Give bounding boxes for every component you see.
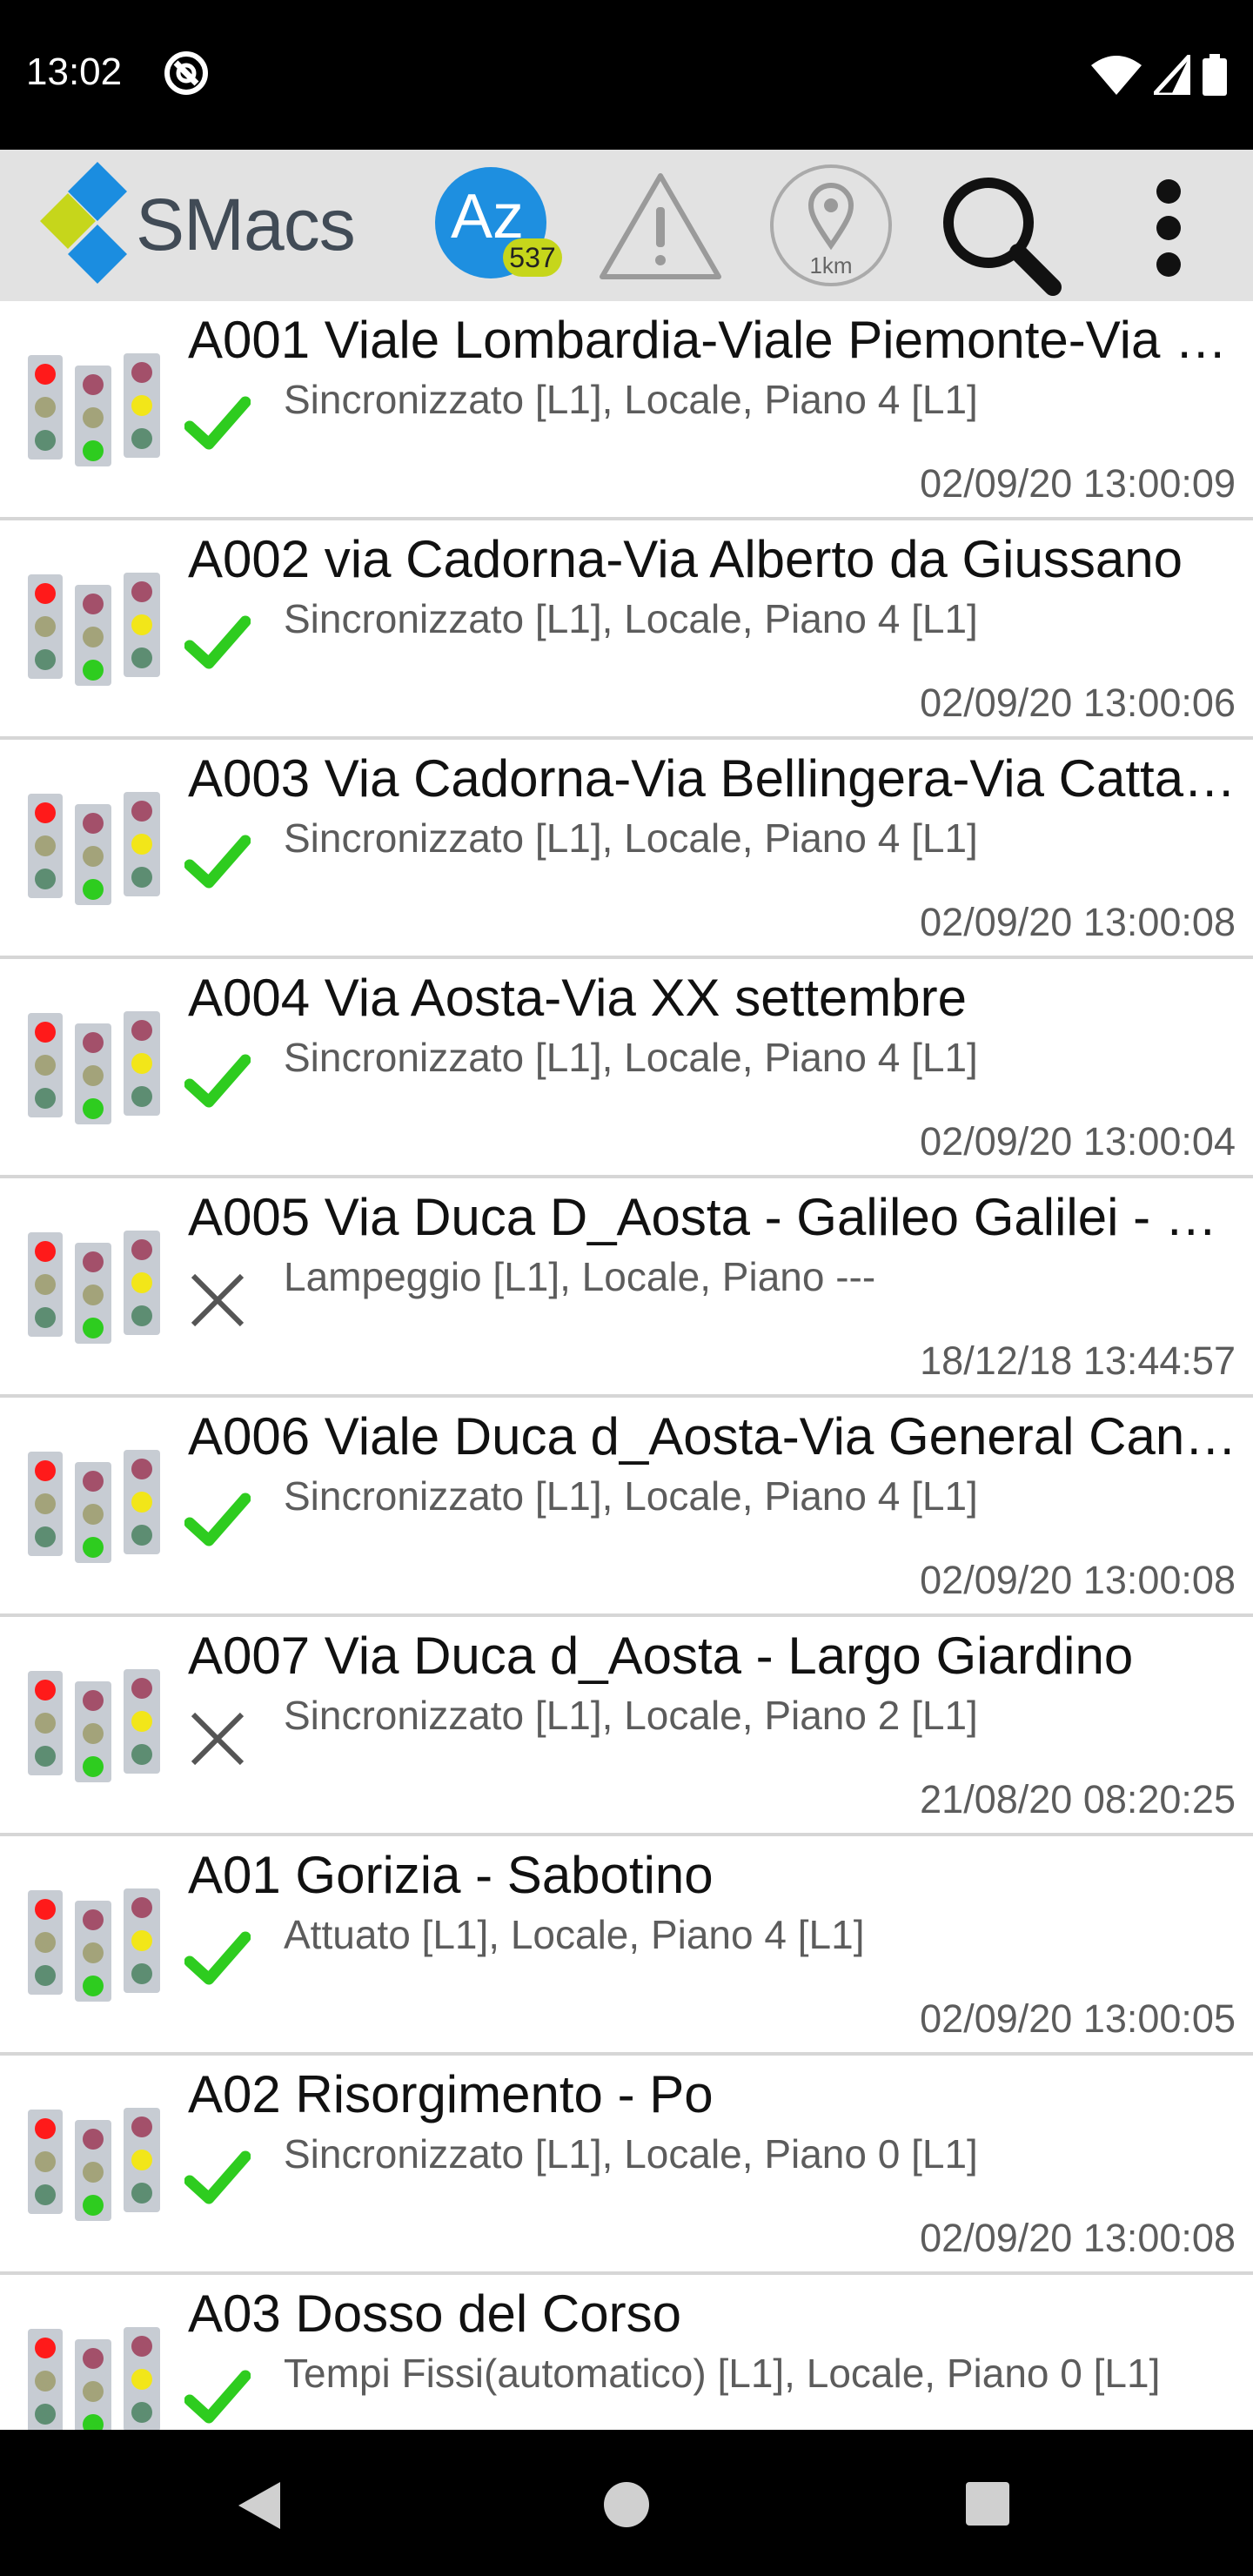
search-icon[interactable]	[935, 169, 1063, 298]
item-title: A001 Viale Lombardia-Viale Piemonte-Via …	[188, 311, 1246, 369]
x-icon	[184, 1706, 251, 1772]
check-icon	[184, 390, 251, 456]
recents-icon[interactable]	[966, 2482, 1009, 2526]
item-title: A007 Via Duca d_Aosta - Largo Giardino	[188, 1627, 1134, 1685]
signal-icon	[1154, 55, 1190, 95]
item-title: A03 Dosso del Corso	[188, 2284, 681, 2343]
list-item[interactable]: A006 Viale Duca d_Aosta-Via General Cant…	[0, 1398, 1253, 1617]
item-title: A006 Viale Duca d_Aosta-Via General Cant…	[188, 1407, 1246, 1466]
list-item[interactable]: A004 Via Aosta-Via XX settembre Sincroniz…	[0, 959, 1253, 1178]
item-timestamp: 02/09/20 13:00:08	[920, 900, 1236, 944]
check-icon	[184, 609, 251, 675]
item-timestamp: 02/09/20 13:00:04	[920, 1119, 1236, 1164]
traffic-light-icon	[26, 1008, 162, 1124]
traffic-light-icon	[26, 1885, 162, 2002]
overflow-menu-icon[interactable]	[1138, 172, 1199, 284]
list-item[interactable]: A03 Dosso del Corso Tempi Fissi(automatic…	[0, 2275, 1253, 2430]
check-icon	[184, 1048, 251, 1114]
check-icon	[184, 828, 251, 895]
at-sign-icon	[164, 51, 208, 95]
item-timestamp: 02/09/20 13:00:05	[920, 1996, 1236, 2041]
list-item[interactable]: A003 Via Cadorna-Via Bellingera-Via Catt…	[0, 740, 1253, 959]
battery-icon	[1203, 54, 1227, 96]
item-timestamp: 02/09/20 13:00:08	[920, 2216, 1236, 2260]
check-icon	[184, 2364, 251, 2430]
status-icons	[1091, 50, 1227, 99]
traffic-light-icon	[26, 350, 162, 466]
traffic-light-icon	[26, 1666, 162, 1782]
item-title: A004 Via Aosta-Via XX settembre	[188, 969, 967, 1027]
traffic-light-icon	[26, 569, 162, 686]
item-status: Sincronizzato [L1], Locale, Piano 4 [L1]	[284, 596, 978, 641]
list-item[interactable]: A001 Viale Lombardia-Viale Piemonte-Via …	[0, 301, 1253, 520]
back-icon[interactable]	[235, 2479, 284, 2532]
traffic-light-icon	[26, 788, 162, 905]
list-item[interactable]: A002 via Cadorna-Via Alberto da Giussano…	[0, 520, 1253, 740]
traffic-light-icon	[26, 1227, 162, 1344]
item-status: Sincronizzato [L1], Locale, Piano 0 [L1]	[284, 2131, 978, 2177]
check-icon	[184, 2144, 251, 2210]
count-badge: 537	[503, 238, 562, 277]
list-item[interactable]: A01 Gorizia - Sabotino Attuato [L1], Loca…	[0, 1836, 1253, 2056]
item-timestamp: 21/08/20 08:20:25	[920, 1777, 1236, 1821]
wifi-icon	[1091, 56, 1142, 95]
sort-az-button[interactable]: Az 537	[435, 167, 562, 282]
home-icon[interactable]	[604, 2482, 649, 2527]
item-status: Attuato [L1], Locale, Piano 4 [L1]	[284, 1912, 865, 1957]
item-timestamp: 18/12/18 13:44:57	[920, 1338, 1236, 1383]
x-icon	[184, 1267, 251, 1333]
item-status: Sincronizzato [L1], Locale, Piano 4 [L1]	[284, 377, 978, 422]
list-item[interactable]: A005 Via Duca D_Aosta - Galileo Galilei …	[0, 1178, 1253, 1398]
item-timestamp: 02/09/20 13:00:06	[920, 681, 1236, 725]
item-status: Sincronizzato [L1], Locale, Piano 4 [L1]	[284, 1473, 978, 1519]
list-item[interactable]: A02 Risorgimento - Po Sincronizzato [L1],…	[0, 2056, 1253, 2275]
item-status: Sincronizzato [L1], Locale, Piano 4 [L1]	[284, 1035, 978, 1080]
item-title: A005 Via Duca D_Aosta - Galileo Galilei …	[188, 1188, 1246, 1246]
item-status: Tempi Fissi(automatico) [L1], Locale, Pi…	[284, 2351, 1161, 2396]
item-title: A002 via Cadorna-Via Alberto da Giussano	[188, 530, 1183, 588]
item-status: Sincronizzato [L1], Locale, Piano 4 [L1]	[284, 815, 978, 861]
item-status: Lampeggio [L1], Locale, Piano ---	[284, 1254, 876, 1299]
status-time: 13:02	[26, 50, 123, 93]
traffic-light-icon	[26, 2104, 162, 2221]
item-timestamp: 02/09/20 13:00:09	[920, 461, 1236, 506]
item-title: A003 Via Cadorna-Via Bellingera-Via Catt…	[188, 749, 1246, 808]
smacs-logo-icon	[40, 162, 127, 284]
item-title: A02 Risorgimento - Po	[188, 2065, 714, 2123]
location-radius-button[interactable]: 1km	[769, 164, 893, 287]
check-icon	[184, 1486, 251, 1553]
traffic-light-icon	[26, 1446, 162, 1563]
item-title: A01 Gorizia - Sabotino	[188, 1846, 714, 1904]
warning-icon[interactable]	[597, 171, 724, 282]
list-item[interactable]: A007 Via Duca d_Aosta - Largo Giardino Si…	[0, 1617, 1253, 1836]
intersection-list[interactable]: A001 Viale Lombardia-Viale Piemonte-Via …	[0, 301, 1253, 2430]
radius-label: 1km	[809, 252, 853, 278]
item-status: Sincronizzato [L1], Locale, Piano 2 [L1]	[284, 1693, 978, 1738]
status-bar: 13:02	[0, 0, 1253, 150]
app-logo-text: SMacs	[136, 184, 356, 265]
check-icon	[184, 1925, 251, 1991]
traffic-light-icon	[26, 2324, 162, 2430]
item-timestamp: 02/09/20 13:00:08	[920, 1558, 1236, 1602]
